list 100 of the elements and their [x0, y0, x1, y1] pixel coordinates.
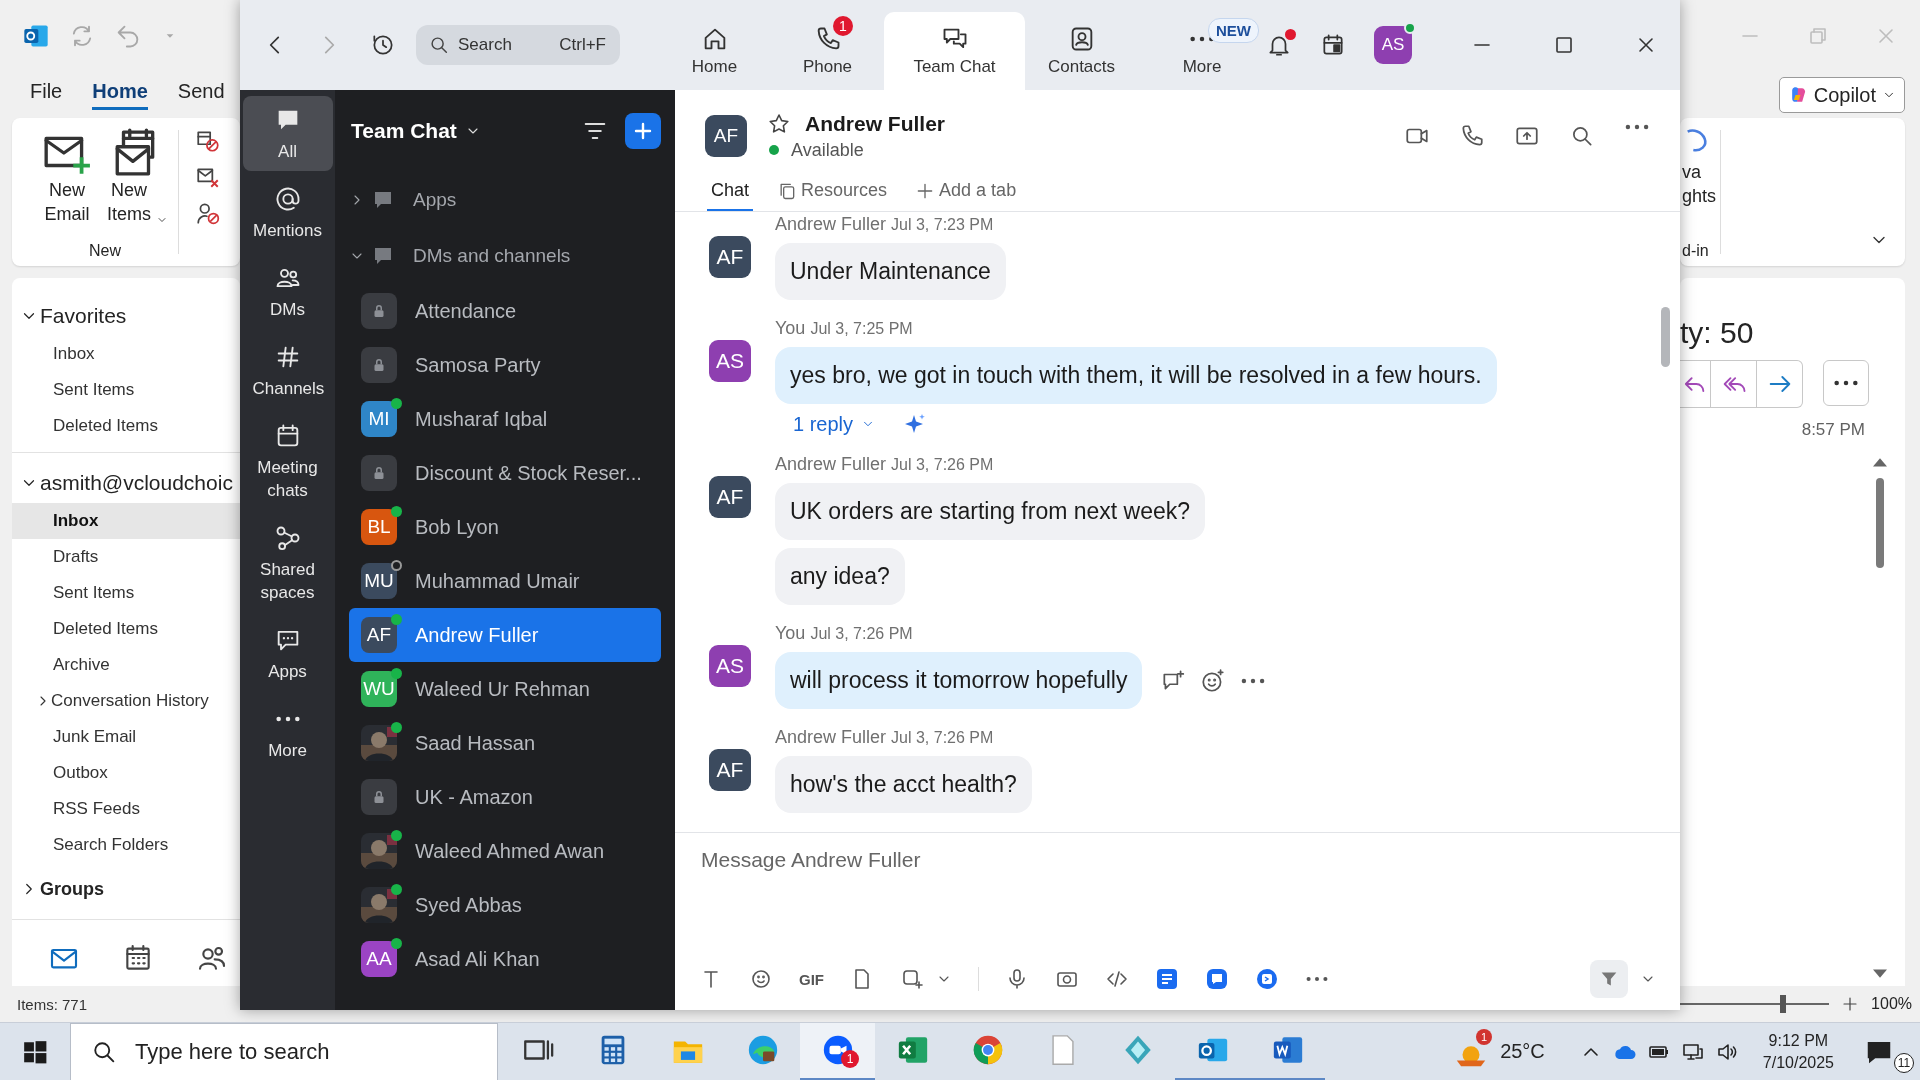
ribbon-label: ghts	[1682, 185, 1717, 208]
section-header[interactable]: Apps	[349, 172, 661, 228]
ribbon-tab[interactable]: Home	[92, 80, 148, 110]
replies-link[interactable]: 1 reply	[793, 412, 876, 436]
chat-list-item[interactable]: Saad Hassan	[349, 716, 661, 770]
start-icon[interactable]	[22, 1038, 48, 1065]
screenshot-icon[interactable]	[900, 967, 924, 991]
folder-item[interactable]: Deleted Items	[12, 611, 240, 647]
panel-title-menu[interactable]: Team Chat	[351, 119, 481, 143]
folder-group-header[interactable]: Favorites	[12, 296, 240, 336]
chat-list-item[interactable]: BL Bob Lyon	[349, 500, 661, 554]
nav-tab[interactable]: Team Chat	[884, 12, 1025, 90]
folder-item[interactable]: Deleted Items	[12, 408, 240, 444]
group-label: d-in	[1682, 242, 1709, 260]
message-subject: ty: 50	[1680, 316, 1755, 350]
message-field[interactable]: Message Andrew Fuller	[699, 847, 1599, 873]
nav-tab[interactable]: Home	[658, 12, 771, 90]
chat-tab[interactable]: Add a tab	[911, 172, 1021, 211]
ribbon-tab[interactable]: File	[30, 80, 63, 110]
copilot-button[interactable]: Copilot	[1778, 77, 1905, 113]
send-button[interactable]	[1590, 960, 1628, 998]
more-icon[interactable]	[1305, 975, 1329, 983]
folder-item[interactable]: Inbox	[12, 336, 240, 372]
scrollbar-thumb[interactable]	[1876, 478, 1884, 568]
rail-item[interactable]: Meeting chats	[242, 412, 333, 510]
folder-item[interactable]: Search Folders	[12, 827, 240, 863]
status-text: Items: 771	[17, 995, 88, 1013]
contact-avatar: AF	[705, 115, 747, 157]
nav-tab[interactable]: Contacts	[1025, 12, 1138, 90]
folder-item[interactable]: Sent Items	[12, 372, 240, 408]
folder-item[interactable]: Junk Email	[12, 719, 240, 755]
chat-list-item[interactable]: MI Musharaf Iqbal	[349, 392, 661, 446]
avatar: AF	[361, 617, 397, 653]
more-button[interactable]	[1823, 360, 1869, 406]
message-meta: You Jul 3, 7:26 PM	[775, 623, 913, 644]
play-app-icon[interactable]	[1255, 967, 1279, 991]
folder-group-header[interactable]: Groups	[12, 869, 240, 909]
avatar: MI	[361, 401, 397, 437]
emoji-icon[interactable]	[749, 967, 773, 991]
rail-item[interactable]: Mentions	[242, 175, 333, 250]
section-header[interactable]: DMs and channels	[349, 228, 661, 284]
ribbon-tab[interactable]: Send	[177, 80, 225, 110]
scroll-down-icon[interactable]	[1873, 968, 1887, 978]
folder-item[interactable]: Sent Items	[12, 575, 240, 611]
chat-tab[interactable]: Resources	[773, 172, 892, 211]
chat-list-item[interactable]: Samosa Party	[349, 338, 661, 392]
slider-thumb[interactable]	[1779, 995, 1786, 1013]
folder-item[interactable]: Drafts	[12, 539, 240, 575]
scrollbar[interactable]	[1661, 307, 1670, 367]
user-avatar[interactable]: AS	[1374, 26, 1412, 64]
new-badge: NEW	[1208, 18, 1259, 43]
group-label: New	[89, 242, 121, 260]
new-chat-button[interactable]	[625, 113, 661, 149]
ribbon-button[interactable]: New Email	[42, 128, 92, 226]
chat-tab[interactable]: Chat	[707, 172, 754, 211]
nav-tab[interactable]: NEW More	[1138, 12, 1266, 90]
folder-item[interactable]: Archive	[12, 647, 240, 683]
temperature[interactable]: 25°C	[1500, 1040, 1545, 1063]
folder-group-header[interactable]: asmith@vcloudchoic	[12, 463, 240, 503]
rail-item[interactable]: All	[242, 96, 333, 171]
gif-button[interactable]: GIF	[799, 970, 824, 988]
folder-item[interactable]: RSS Feeds	[12, 791, 240, 827]
ignore-icon[interactable]	[195, 128, 221, 154]
rail-item[interactable]: Shared spaces	[242, 514, 333, 612]
more-icon[interactable]	[1240, 676, 1267, 685]
document-app-icon[interactable]	[1155, 967, 1179, 991]
chat-list-item[interactable]: Attendance	[349, 284, 661, 338]
message-meta: You Jul 3, 7:25 PM	[775, 318, 913, 339]
rail-item[interactable]: Apps	[242, 616, 333, 691]
chat-list-item[interactable]: WU Waleed Ur Rehman	[349, 662, 661, 716]
chat-list-item[interactable]: AF Andrew Fuller	[349, 608, 661, 662]
contact-status: Available	[791, 139, 864, 161]
nav-tab[interactable]: 1 Phone	[771, 12, 884, 90]
notification-count: 11	[1894, 1052, 1914, 1073]
phone-icon[interactable]	[1459, 123, 1485, 149]
sender-avatar: AS	[709, 340, 751, 382]
folder-item[interactable]: Outbox	[12, 755, 240, 791]
sender-avatar: AF	[709, 476, 751, 518]
rail-item[interactable]: More	[242, 695, 333, 770]
clock[interactable]: 9:12 PM 7/10/2025	[1762, 1029, 1834, 1074]
chat-list-item[interactable]: Syed Abbas	[349, 878, 661, 932]
chat-list-item[interactable]: Waleed Ahmed Awan	[349, 824, 661, 878]
chat-list-item[interactable]: MU Muhammad Umair	[349, 554, 661, 608]
taskbar-app[interactable]: 1	[800, 1022, 875, 1080]
star-icon[interactable]	[767, 111, 791, 136]
folder-item[interactable]: Conversation History	[12, 683, 240, 719]
scroll-up-icon[interactable]	[1873, 458, 1887, 468]
message-time: 8:57 PM	[1801, 420, 1865, 440]
folder-item[interactable]: Inbox	[12, 503, 240, 539]
ribbon-button[interactable]: New Items	[104, 128, 168, 226]
taskbar-search-field[interactable]: Type here to search	[70, 1022, 498, 1080]
rail-item[interactable]: DMs	[242, 254, 333, 329]
chat-list-item[interactable]: UK - Amazon	[349, 770, 661, 824]
rail-item[interactable]: Channels	[242, 333, 333, 408]
calendar-icon[interactable]	[1320, 32, 1346, 58]
chat-list-item[interactable]: Discount & Stock Reser...	[349, 446, 661, 500]
chat-app-icon[interactable]	[1205, 967, 1229, 991]
more-icon[interactable]	[1624, 123, 1650, 131]
add-reaction-icon[interactable]	[1200, 667, 1227, 694]
chat-list-item[interactable]: AA Asad Ali Khan	[349, 932, 661, 986]
